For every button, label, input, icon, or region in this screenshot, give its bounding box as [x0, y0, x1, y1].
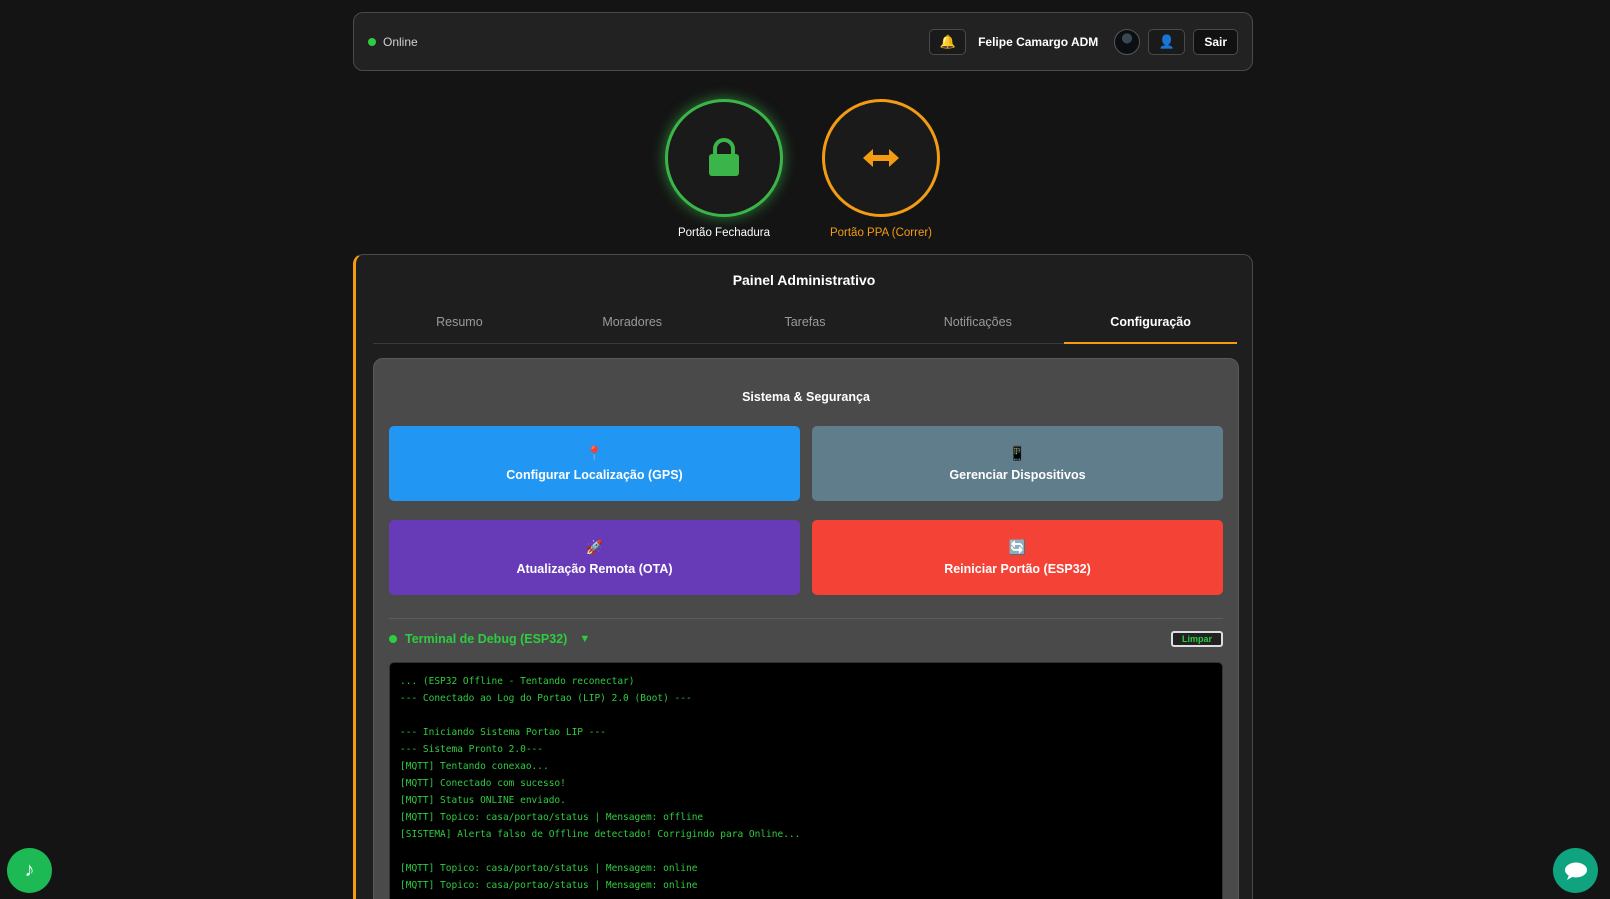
lock-icon — [709, 138, 739, 176]
gate-slide-control: Portão PPA (Correr) — [821, 99, 941, 239]
log-line: --- Conectado ao Log do Portao (LIP) 2.0… — [400, 693, 692, 704]
log-line: [MQTT] Status ONLINE enviado. — [400, 795, 566, 806]
avatar[interactable] — [1114, 28, 1141, 55]
log-line: ... (ESP32 Offline - Tentando reconectar… — [400, 676, 635, 687]
section-title: Sistema & Segurança — [742, 390, 870, 404]
gate-lock-control: Portão Fechadura — [664, 99, 784, 239]
log-line: [MQTT] Conectado com sucesso! — [400, 778, 566, 789]
admin-panel: Painel Administrativo Resumo Moradores T… — [353, 254, 1253, 899]
terminal-title[interactable]: Terminal de Debug (ESP32) — [405, 632, 567, 646]
panel-tabs: Resumo Moradores Tarefas Notificações Co… — [373, 304, 1237, 344]
tab-configuracao[interactable]: Configuração — [1064, 304, 1237, 344]
restart-gate-button[interactable]: 🔄 Reiniciar Portão (ESP32) — [812, 520, 1223, 595]
tab-moradores[interactable]: Moradores — [546, 304, 719, 343]
clear-log-button[interactable]: Limpar — [1170, 631, 1223, 647]
log-line: [MQTT] Topico: casa/portao/status | Mens… — [400, 863, 698, 874]
section-divider — [389, 618, 1223, 619]
tab-notificacoes[interactable]: Notificações — [891, 304, 1064, 343]
phone-icon: 📱 — [1008, 444, 1027, 461]
log-line: [MQTT] Tentando conexao... — [400, 761, 549, 772]
log-line: [MQTT] Topico: casa/portao/status | Mens… — [400, 812, 704, 823]
gate-slide-button[interactable] — [822, 99, 940, 217]
header-actions: 🔔 Felipe Camargo ADM 👤 Sair — [929, 28, 1238, 55]
caret-down-icon[interactable]: ▼ — [579, 633, 590, 645]
chat-button[interactable] — [1553, 848, 1598, 893]
chat-bubble-icon — [1564, 862, 1587, 880]
logout-button[interactable]: Sair — [1193, 28, 1238, 55]
system-security-section: Sistema & Segurança 📍 Configurar Localiz… — [373, 358, 1239, 899]
user-name: Felipe Camargo ADM — [978, 34, 1099, 49]
configure-gps-label: Configurar Localização (GPS) — [506, 467, 683, 482]
notifications-button[interactable]: 🔔 — [929, 28, 967, 55]
status-text: Online — [383, 34, 418, 49]
manage-devices-label: Gerenciar Dispositivos — [949, 467, 1086, 482]
profile-button[interactable]: 👤 — [1148, 28, 1186, 55]
rocket-icon: 🚀 — [585, 538, 604, 555]
bell-icon: 🔔 — [939, 33, 956, 49]
music-note-icon: ♪ — [24, 859, 35, 881]
pin-icon: 📍 — [585, 444, 604, 461]
action-grid: 📍 Configurar Localização (GPS) 📱 Gerenci… — [389, 426, 1223, 595]
log-line: [MQTT] Topico: casa/portao/status | Mens… — [400, 880, 698, 891]
terminal-header: Terminal de Debug (ESP32) ▼ Limpar — [389, 631, 1223, 647]
arrows-left-right-icon — [863, 149, 899, 167]
manage-devices-button[interactable]: 📱 Gerenciar Dispositivos — [812, 426, 1223, 501]
ota-update-label: Atualização Remota (OTA) — [516, 561, 673, 576]
ota-update-button[interactable]: 🚀 Atualização Remota (OTA) — [389, 520, 800, 595]
gate-lock-label: Portão Fechadura — [677, 227, 771, 239]
tab-tarefas[interactable]: Tarefas — [719, 304, 892, 343]
tab-resumo[interactable]: Resumo — [373, 304, 546, 343]
user-icon: 👤 — [1158, 33, 1175, 49]
gate-lock-button[interactable] — [665, 99, 783, 217]
top-bar: Online 🔔 Felipe Camargo ADM 👤 Sair — [353, 12, 1253, 71]
log-line: --- Iniciando Sistema Portao LIP --- — [400, 727, 606, 738]
debug-terminal[interactable]: ... (ESP32 Offline - Tentando reconectar… — [389, 662, 1223, 899]
refresh-icon: 🔄 — [1008, 538, 1027, 555]
status-dot-icon — [368, 37, 376, 46]
log-line: --- Sistema Pronto 2.0--- — [400, 744, 543, 755]
terminal-status-dot-icon — [389, 635, 397, 643]
restart-gate-label: Reiniciar Portão (ESP32) — [944, 561, 1091, 576]
panel-title: Painel Administrativo — [732, 272, 876, 288]
connection-status: Online — [368, 35, 418, 49]
music-player-button[interactable]: ♪ — [7, 848, 52, 893]
configure-gps-button[interactable]: 📍 Configurar Localização (GPS) — [389, 426, 800, 501]
gate-slide-label: Portão PPA (Correr) — [829, 227, 933, 239]
log-line: [SISTEMA] Alerta falso de Offline detect… — [400, 829, 801, 840]
